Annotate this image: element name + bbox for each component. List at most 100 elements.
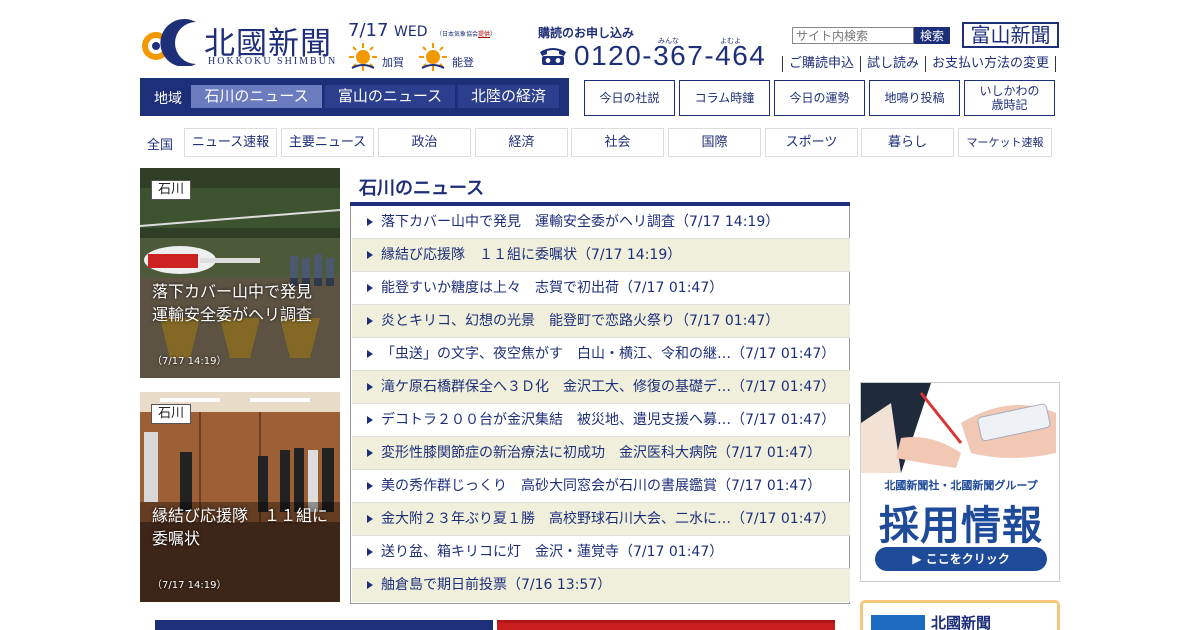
news-headline: 縁結び応援隊 １１組に委嘱状（7/17 14:19） (381, 247, 682, 263)
photo-timestamp: （7/17 14:19） (152, 580, 227, 591)
weather-kaga[interactable]: 加賀 (348, 42, 418, 74)
sun-icon (419, 43, 447, 71)
list-item[interactable]: 金大附２３年ぶり夏１勝 高校野球石川大会、二水に…（7/17 01:47） (352, 503, 850, 536)
news-section-title: 石川のニュース (359, 178, 485, 199)
news-headline: 落下カバー山中で発見 運輸安全委がヘリ調査（7/17 14:19） (381, 214, 780, 230)
photo-card-matchmaking[interactable]: 石川 縁結び応援隊 １１組に委嘱状 （7/17 14:19） (140, 392, 340, 602)
hokkoku-ad-banner[interactable]: 北國新聞 (860, 600, 1060, 630)
region-tag: 石川 (151, 404, 191, 424)
arrow-icon (367, 482, 373, 490)
news-headline: 炎とキリコ、幻想の光景 能登町で恋路火祭り（7/17 01:47） (381, 313, 780, 329)
tab-ishikawa-news[interactable]: 石川のニュース (191, 85, 322, 108)
list-item[interactable]: 「虫送」の文字、夜空焦がす 白山・横江、令和の継…（7/17 01:47） (352, 338, 850, 371)
list-item[interactable]: 滝ケ原石橋群保全へ３Ｄ化 金沢工大、修復の基礎デ…（7/17 01:47） (352, 371, 850, 404)
arrow-icon (367, 383, 373, 391)
list-item[interactable]: 能登すいか糖度は上々 志賀で初出荷（7/17 01:47） (352, 272, 850, 305)
list-item[interactable]: 落下カバー山中で発見 運輸安全委がヘリ調査（7/17 14:19） (352, 206, 850, 239)
news-headline: 変形性膝関節症の新治療法に初成功 金沢医科大病院（7/17 01:47） (381, 445, 822, 461)
weather-area-label: 加賀 (382, 56, 404, 69)
recruit-headline: 採用情報 (879, 503, 1043, 549)
util-link-payment[interactable]: お支払い方法の変更 (925, 56, 1057, 72)
phone-number[interactable]: 0120-367-464 (574, 40, 766, 72)
arrow-icon (367, 251, 373, 259)
list-item[interactable]: 炎とキリコ、幻想の光景 能登町で恋路火祭り（7/17 01:47） (352, 305, 850, 338)
arrow-icon (367, 416, 373, 424)
util-link-trial[interactable]: 試し読み (860, 56, 925, 72)
weather-credit: （日本気象協会提供） (436, 29, 496, 38)
weather-area-label: 能登 (452, 56, 474, 69)
news-list: 落下カバー山中で発見 運輸安全委がヘリ調査（7/17 14:19） 縁結び応援隊… (350, 206, 850, 604)
recruit-ad-banner[interactable]: 北國新聞社・北國新聞グループ 採用情報 ▶ ここをクリック (860, 382, 1060, 582)
news-headline: 舳倉島で期日前投票（7/16 13:57） (381, 577, 612, 593)
tab-hokuriku-economy[interactable]: 北陸の経済 (458, 85, 559, 108)
weather-credit-suffix: ） (490, 31, 497, 38)
feature-letters-button[interactable]: 地鳴り投稿 (869, 80, 960, 116)
photo-caption: 落下カバー山中で発見 運輸安全委がヘリ調査 (152, 282, 329, 324)
bottom-ad-banner-left[interactable] (155, 620, 493, 630)
category-lifestyle[interactable]: 暮らし (861, 128, 954, 157)
category-top-news[interactable]: 主要ニュース (281, 128, 374, 157)
recruit-group-label: 北國新聞社・北國新聞グループ (884, 479, 1038, 492)
current-date: 7/17 (348, 20, 389, 41)
recruit-click-button[interactable]: ▶ ここをクリック (875, 547, 1047, 571)
utility-links: ご購読申込 試し読み お支払い方法の変更 (782, 56, 1057, 74)
category-nav-label: 全国 (147, 138, 174, 153)
current-weekday: WED (394, 24, 428, 40)
search-input[interactable] (792, 27, 914, 44)
feature-column-button[interactable]: コラム時鐘 (679, 80, 770, 116)
arrow-icon (367, 317, 373, 325)
feature-seasonal-button[interactable]: いしかわの 歳時記 (964, 80, 1055, 116)
phone-icon (540, 48, 566, 65)
hokkoku-logo-icon (871, 615, 925, 630)
feature-horoscope-button[interactable]: 今日の運勢 (774, 80, 865, 116)
util-link-subscribe[interactable]: ご購読申込 (782, 56, 860, 72)
logo-romaji: HOKKOKU SHIMBUN (208, 56, 338, 67)
category-breaking-news[interactable]: ニュース速報 (184, 128, 277, 157)
toyama-shimbun-button[interactable]: 富山新聞 (962, 22, 1059, 48)
category-politics[interactable]: 政治 (378, 128, 471, 157)
arrow-icon (367, 284, 373, 292)
site-search: 検索 (792, 27, 950, 45)
category-society[interactable]: 社会 (571, 128, 664, 157)
logo-mark-icon (142, 19, 196, 66)
tab-toyama-news[interactable]: 富山のニュース (325, 85, 455, 108)
region-tag: 石川 (151, 180, 191, 200)
weather-credit-link[interactable]: 提供 (478, 31, 490, 38)
photo-card-helicopter[interactable]: 石川 落下カバー山中で発見 運輸安全委がヘリ調査 （7/17 14:19） (140, 168, 340, 378)
news-headline: 滝ケ原石橋群保全へ３Ｄ化 金沢工大、修復の基礎デ…（7/17 01:47） (381, 379, 836, 395)
category-economy[interactable]: 経済 (475, 128, 568, 157)
news-headline: 送り盆、箱キリコに灯 金沢・蓮覚寺（7/17 01:47） (381, 544, 724, 560)
site-logo[interactable]: 北國新聞 HOKKOKU SHIMBUN (140, 16, 340, 68)
subscribe-title: 購読のお申し込み (538, 26, 635, 40)
category-market[interactable]: マーケット速報 (958, 128, 1052, 157)
list-item[interactable]: 縁結び応援隊 １１組に委嘱状（7/17 14:19） (352, 239, 850, 272)
news-headline: 「虫送」の文字、夜空焦がす 白山・横江、令和の継…（7/17 01:47） (381, 346, 836, 362)
category-sports[interactable]: スポーツ (765, 128, 858, 157)
list-item[interactable]: 送り盆、箱キリコに灯 金沢・蓮覚寺（7/17 01:47） (352, 536, 850, 569)
arrow-icon (367, 350, 373, 358)
region-nav-label: 地域 (154, 91, 182, 107)
arrow-icon (367, 449, 373, 457)
category-international[interactable]: 国際 (668, 128, 761, 157)
feature-editorial-button[interactable]: 今日の社説 (584, 80, 675, 116)
search-button[interactable]: 検索 (914, 27, 950, 44)
date-weather-block: 7/17 WED （日本気象協会提供） 加賀 能登 (348, 20, 518, 76)
news-headline: 美の秀作群じっくり 高砂大同窓会が石川の書展鑑賞（7/17 01:47） (381, 478, 822, 494)
arrow-icon (367, 218, 373, 226)
photo-timestamp: （7/17 14:19） (152, 356, 227, 367)
weather-noto[interactable]: 能登 (418, 42, 488, 74)
subscribe-block[interactable]: 購読のお申し込み みんな よむよ 0120-367-464 (538, 18, 778, 74)
arrow-icon (367, 581, 373, 589)
list-item[interactable]: デコトラ２００台が金沢集結 被災地、遺児支援へ募…（7/17 01:47） (352, 404, 850, 437)
site-header: 北國新聞 HOKKOKU SHIMBUN 7/17 WED （日本気象協会提供）… (140, 14, 1060, 78)
arrow-icon (367, 515, 373, 523)
list-item[interactable]: 美の秀作群じっくり 高砂大同窓会が石川の書展鑑賞（7/17 01:47） (352, 470, 850, 503)
arrow-icon (367, 548, 373, 556)
news-headline: 金大附２３年ぶり夏１勝 高校野球石川大会、二水に…（7/17 01:47） (381, 511, 836, 527)
list-item[interactable]: 変形性膝関節症の新治療法に初成功 金沢医科大病院（7/17 01:47） (352, 437, 850, 470)
list-item[interactable]: 舳倉島で期日前投票（7/16 13:57） (352, 569, 850, 602)
region-nav: 地域 石川のニュース 富山のニュース 北陸の経済 (140, 78, 569, 116)
bottom-ad-banner-right[interactable] (497, 620, 835, 630)
news-headline: 能登すいか糖度は上々 志賀で初出荷（7/17 01:47） (381, 280, 724, 296)
hokkoku-ad-text: 北國新聞 (931, 614, 992, 630)
